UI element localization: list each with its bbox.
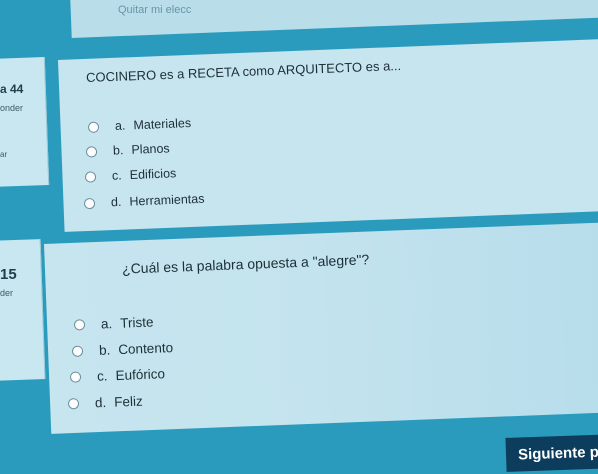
radio-button[interactable] — [85, 145, 98, 158]
question-status: onder — [0, 103, 24, 113]
option-label: Materiales — [133, 116, 192, 133]
radio-button[interactable] — [69, 371, 82, 383]
option-d[interactable]: d. Feliz — [67, 393, 144, 412]
question-status-extra: ar — [0, 150, 8, 159]
radio-button[interactable] — [73, 319, 86, 331]
radio-button[interactable] — [84, 170, 97, 183]
option-letter: c. — [111, 168, 123, 183]
option-label: Feliz — [113, 393, 144, 410]
option-label: Edificios — [129, 166, 177, 183]
option-label: Planos — [131, 141, 170, 157]
option-letter: d. — [110, 194, 122, 210]
option-a[interactable]: a. Triste — [73, 314, 154, 332]
option-letter: a. — [114, 118, 126, 133]
radio-button[interactable] — [83, 197, 96, 209]
question-info-box — [0, 239, 46, 381]
option-label: Herramientas — [129, 191, 205, 209]
option-letter: a. — [100, 316, 113, 332]
option-label: Triste — [119, 314, 154, 331]
option-letter: c. — [96, 368, 108, 384]
question-number: a 44 — [0, 82, 24, 96]
radio-button[interactable] — [71, 345, 84, 357]
next-page-button[interactable]: Siguiente p — [505, 434, 598, 472]
quiz-page: Quitar mi elecc a 44 onder ar COCINERO e… — [0, 0, 598, 474]
question-number: 15 — [0, 266, 17, 283]
option-letter: d. — [94, 394, 107, 411]
option-label: Eufórico — [115, 366, 166, 384]
option-label: Contento — [117, 340, 174, 358]
option-letter: b. — [98, 342, 111, 358]
radio-button[interactable] — [87, 121, 100, 133]
question-info-box — [0, 57, 50, 187]
radio-button[interactable] — [67, 398, 80, 410]
question-status: der — [0, 288, 14, 298]
option-letter: b. — [112, 143, 124, 158]
clear-choice-link[interactable]: Quitar mi elecc — [118, 4, 191, 16]
